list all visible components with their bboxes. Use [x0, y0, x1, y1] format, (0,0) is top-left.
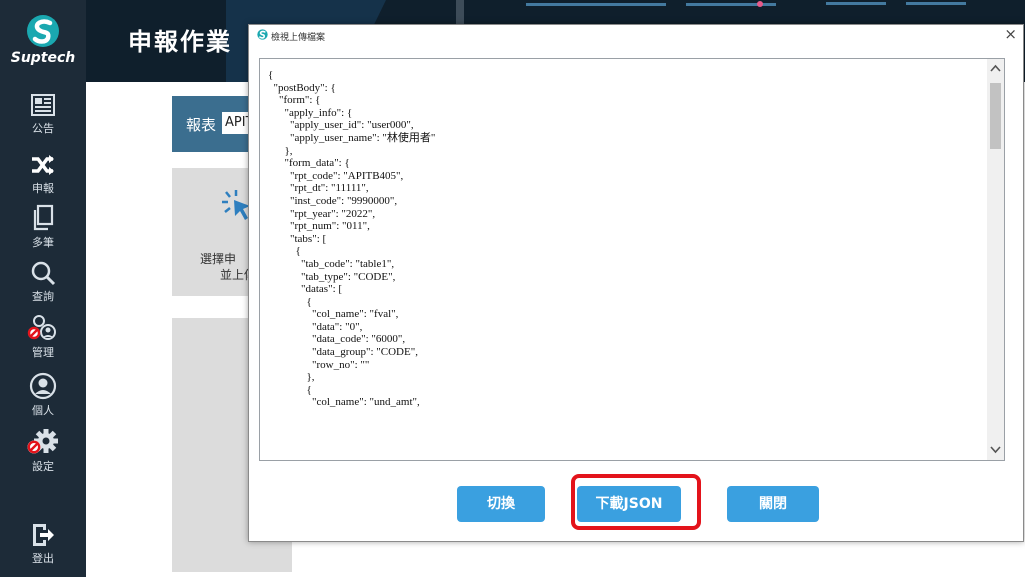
- report-label: 報表: [186, 116, 217, 134]
- sidebar-item-label: 公告: [32, 122, 54, 135]
- shuffle-icon: [32, 155, 54, 175]
- sidebar: Suptech 公告 申報 多筆 查詢 管理 個人 設定 登出: [0, 0, 86, 577]
- newspaper-icon: [31, 94, 55, 116]
- sidebar-item-label: 設定: [32, 460, 54, 473]
- users-admin-icon: [27, 315, 56, 340]
- sidebar-item-label: 個人: [32, 404, 54, 417]
- search-icon: [31, 261, 56, 286]
- view-upload-dialog: 檢視上傳檔案 × { "postBody": { "form": { "appl…: [248, 24, 1024, 542]
- page-title: 申報作業: [128, 28, 232, 56]
- gear-icon: [27, 429, 58, 454]
- dialog-title: 檢視上傳檔案: [271, 33, 326, 43]
- sidebar-item-admin[interactable]: 管理: [0, 314, 86, 368]
- vertical-scrollbar[interactable]: [987, 59, 1004, 460]
- sidebar-item-label: 多筆: [32, 236, 54, 249]
- logo-mark-icon: [27, 15, 59, 47]
- sidebar-item-announcement[interactable]: 公告: [0, 92, 86, 146]
- sidebar-item-label: 登出: [32, 552, 54, 565]
- app-icon: [257, 29, 268, 40]
- sidebar-item-logout[interactable]: 登出: [0, 522, 86, 576]
- logout-icon: [33, 524, 54, 546]
- switch-button[interactable]: 切換: [457, 486, 545, 522]
- sidebar-item-settings[interactable]: 設定: [0, 428, 86, 482]
- upload-instruction-line1: 選擇申: [200, 252, 237, 266]
- json-content: { "postBody": { "form": { "apply_info": …: [268, 69, 436, 409]
- close-icon[interactable]: ×: [1004, 25, 1017, 43]
- copy-icon: [33, 204, 54, 231]
- sidebar-item-report[interactable]: 申報: [0, 152, 86, 206]
- sidebar-item-label: 申報: [32, 182, 54, 195]
- chevron-down-icon[interactable]: [990, 446, 1001, 454]
- scrollbar-thumb[interactable]: [990, 83, 1001, 149]
- suptech-logo: Suptech: [0, 14, 86, 84]
- chevron-up-icon[interactable]: [990, 64, 1001, 72]
- sidebar-item-personal[interactable]: 個人: [0, 372, 86, 426]
- sidebar-item-label: 查詢: [32, 290, 54, 303]
- sidebar-item-batch[interactable]: 多筆: [0, 204, 86, 258]
- dialog-titlebar: 檢視上傳檔案 ×: [249, 25, 1023, 47]
- sidebar-item-search[interactable]: 查詢: [0, 260, 86, 314]
- user-circle-icon: [29, 372, 57, 400]
- close-button[interactable]: 關閉: [727, 486, 819, 522]
- json-viewer[interactable]: { "postBody": { "form": { "apply_info": …: [259, 58, 1005, 461]
- sidebar-item-label: 管理: [32, 346, 54, 359]
- download-json-button[interactable]: 下載JSON: [577, 486, 681, 522]
- logo-text: Suptech: [10, 50, 76, 66]
